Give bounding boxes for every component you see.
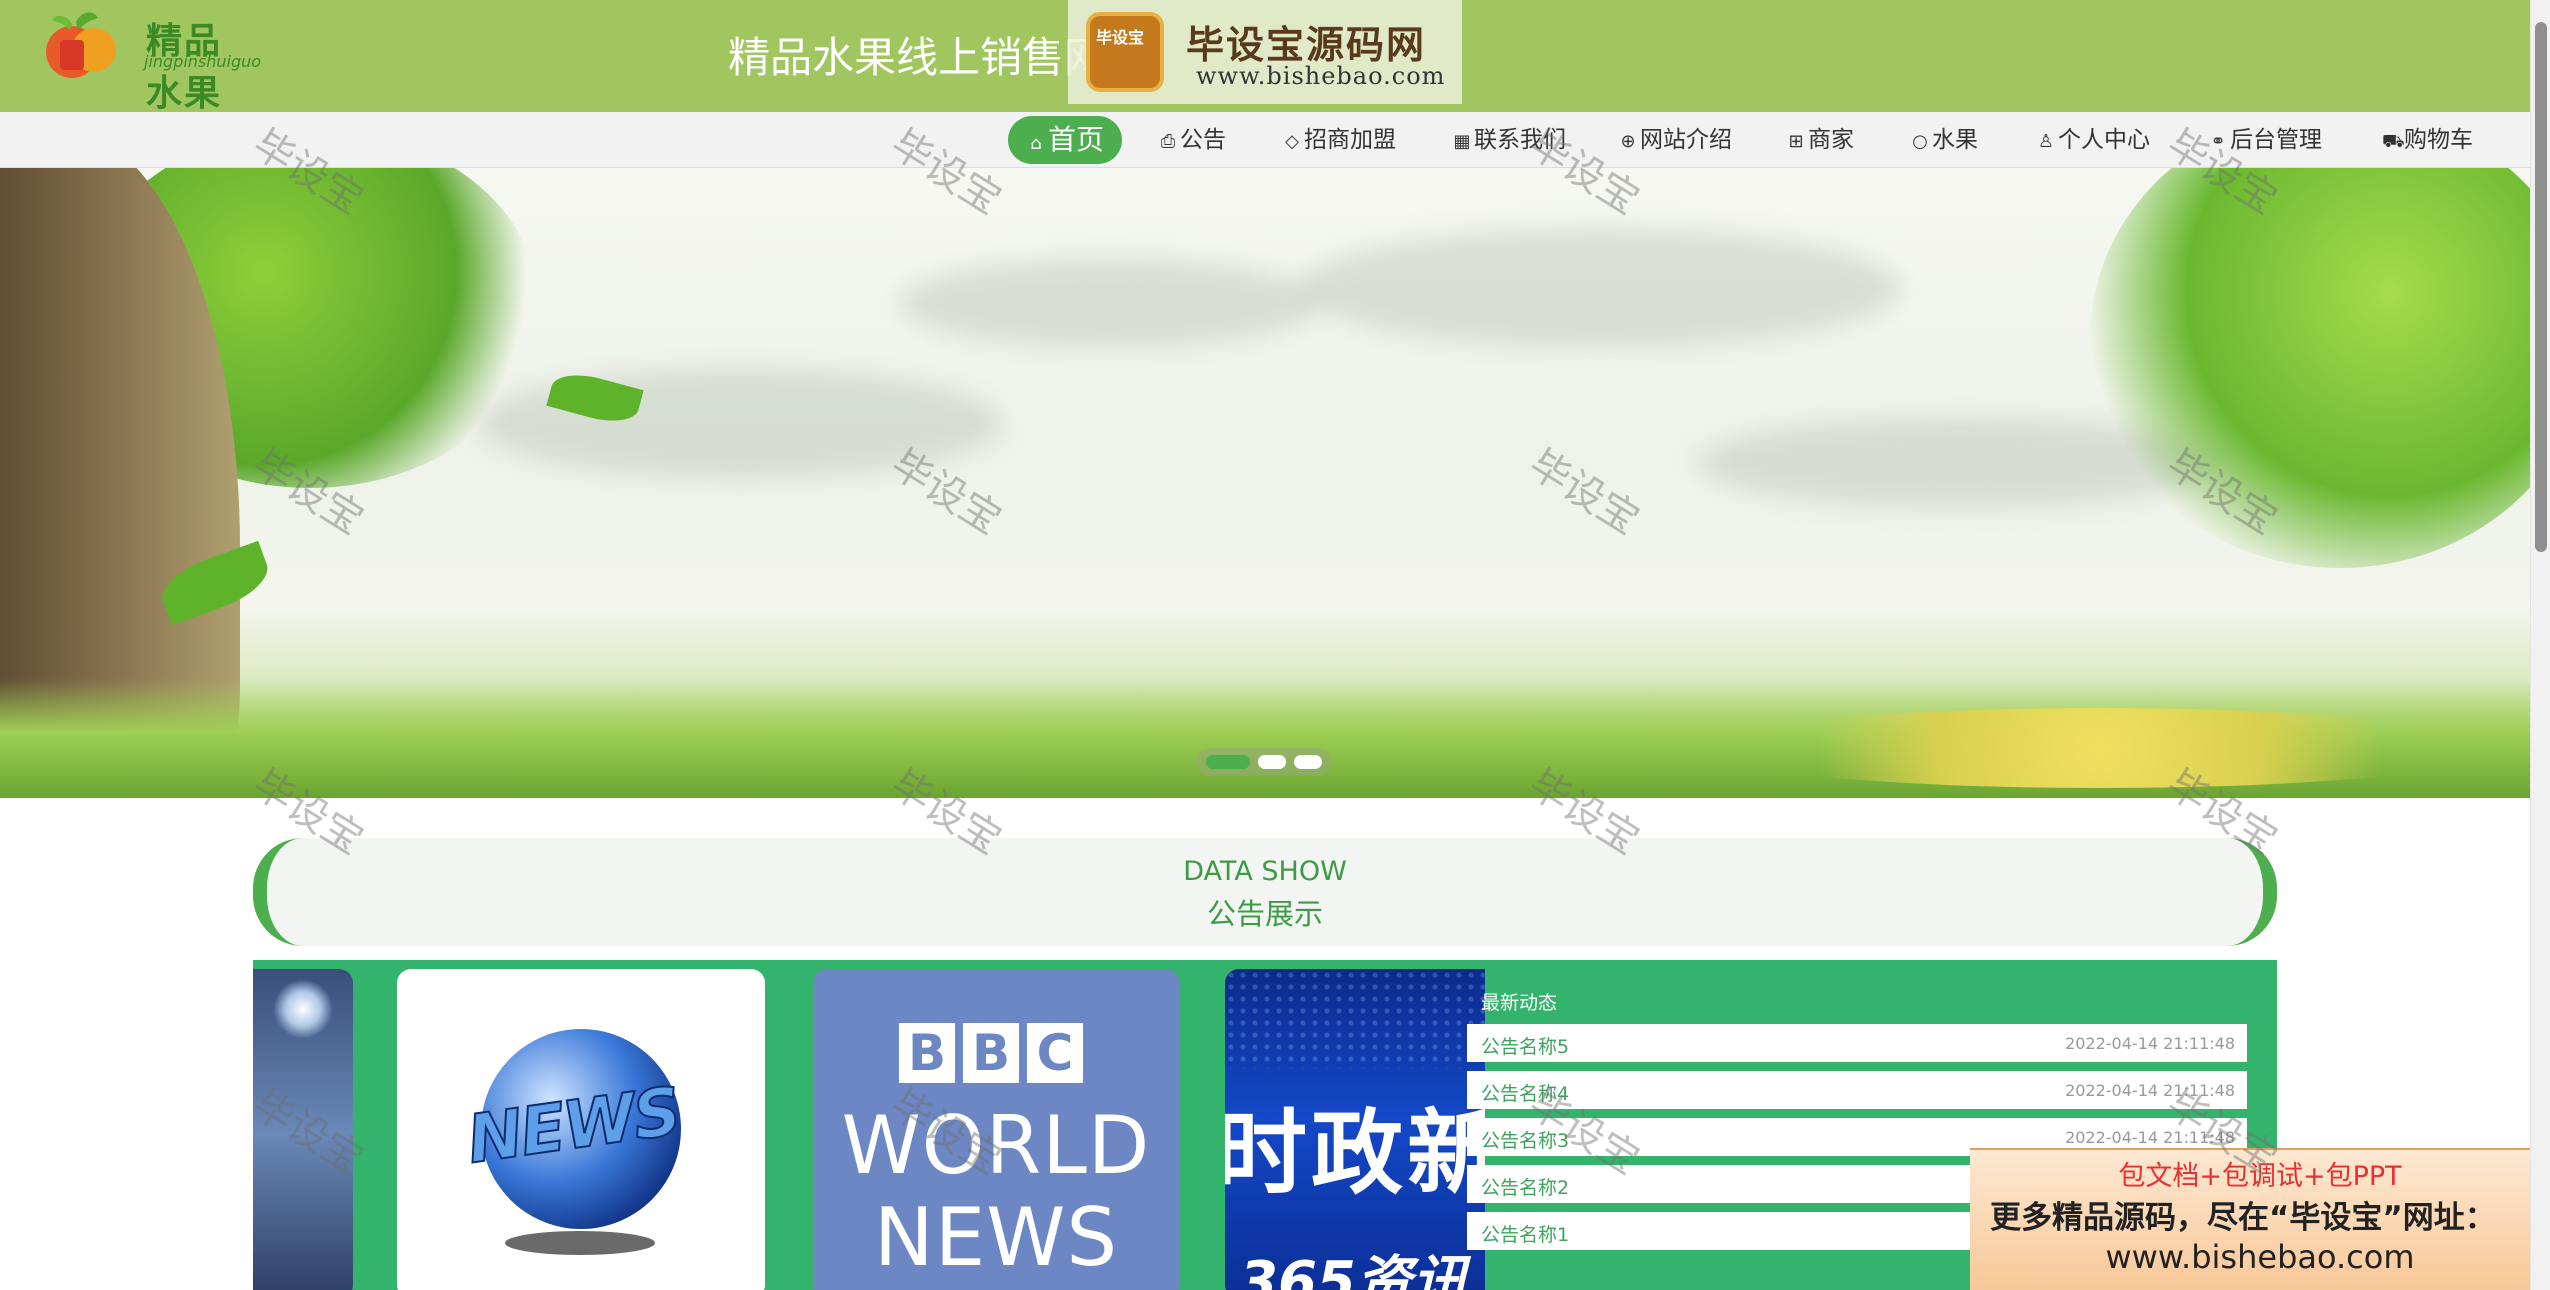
promo-url: www.bishebao.com: [2105, 1238, 2415, 1276]
tag-icon: ◇: [1285, 131, 1299, 152]
bbc-logo: BBC: [899, 1023, 1091, 1083]
mist-shape: [900, 258, 1320, 348]
spotlight-shape: [273, 979, 333, 1039]
news-date: 2022-04-14 21:11:48: [2065, 1128, 2235, 1147]
nav-item-merchants[interactable]: ⊞ 商家: [1786, 116, 1854, 164]
nav-item-label: 个人中心: [2058, 127, 2150, 153]
watermark-badge-title: 毕设宝源码网: [1186, 23, 1427, 67]
nav-item-about[interactable]: ⊕ 网站介绍: [1618, 116, 1732, 164]
bbc-letter: B: [963, 1023, 1019, 1083]
circle-icon: ○: [1912, 131, 1928, 152]
carousel-dot-1[interactable]: [1206, 755, 1250, 769]
site-logo[interactable]: 精品水果 jingpinshuiguo: [32, 4, 261, 114]
globe-stand: [505, 1231, 655, 1255]
section-title-en: DATA SHOW: [1183, 856, 1347, 887]
link-icon: ⚭: [2210, 131, 2226, 152]
politics-headline: 时政新: [1225, 1100, 1485, 1207]
bbc-letter: C: [1027, 1023, 1083, 1083]
news-date: 2022-04-14 21:11:48: [2065, 1081, 2235, 1100]
section-title-cn: 公告展示: [1206, 897, 1323, 931]
scrollbar-thumb[interactable]: [2535, 22, 2547, 552]
news-card-politics[interactable]: 时政新 365资讯: [1225, 969, 1485, 1290]
logo-subtext: jingpinshuiguo: [144, 52, 262, 71]
bbc-news-text: NEWS: [873, 1191, 1119, 1284]
news-list-item[interactable]: 公告名称5 2022-04-14 21:11:48: [1467, 1024, 2247, 1062]
watermark-badge: 毕设宝 毕设宝源码网 www.bishebao.com: [1068, 0, 1462, 104]
nav-item-franchise[interactable]: ◇ 招商加盟: [1282, 116, 1396, 164]
news-card-bbc[interactable]: BBC WORLD NEWS: [813, 969, 1179, 1290]
nav-item-fruit[interactable]: ○ 水果: [1910, 116, 1978, 164]
printer-icon: ⎙: [1160, 131, 1176, 152]
carousel-dot-3[interactable]: [1294, 755, 1322, 769]
bbc-world-text: WORLD: [841, 1099, 1151, 1192]
news-title: 公告名称3: [1481, 1130, 1570, 1152]
news-title: 公告名称2: [1481, 1177, 1570, 1199]
nav-item-label: 网站介绍: [1640, 127, 1732, 153]
nav-item-admin[interactable]: ⚭ 后台管理: [2208, 116, 2322, 164]
grid-icon: ▦: [1453, 131, 1471, 152]
site-title: 精品水果线上销售网: [728, 33, 1107, 82]
globe-icon: ⊕: [1620, 131, 1636, 152]
promo-line-2: 更多精品源码，尽在“毕设宝”网址：: [1990, 1200, 2496, 1236]
page-scrollbar[interactable]: [2530, 0, 2550, 1290]
mist-shape: [1300, 228, 1900, 348]
news-date: 2022-04-14 21:11:48: [2065, 1034, 2235, 1053]
news-list-item[interactable]: 公告名称4 2022-04-14 21:11:48: [1467, 1071, 2247, 1109]
apps-icon: ⊞: [1788, 131, 1804, 152]
nav-item-label: 水果: [1932, 127, 1978, 153]
watermark-badge-url: www.bishebao.com: [1196, 62, 1446, 90]
home-icon: ⌂: [1030, 133, 1042, 154]
right-foliage: [2090, 168, 2530, 568]
promo-line-1: 包文档+包调试+包PPT: [2118, 1161, 2402, 1192]
politics-subtext: 365资讯: [1239, 1250, 1468, 1290]
nav-item-notice[interactable]: ⎙ 公告: [1158, 116, 1226, 164]
carousel-indicators: [1196, 748, 1332, 776]
nav-item-label: 首页: [1048, 123, 1105, 156]
nav-item-label: 公告: [1180, 127, 1226, 153]
news-title: 公告名称1: [1481, 1224, 1570, 1246]
news-card-globe[interactable]: NEWS: [397, 969, 765, 1290]
hero-banner[interactable]: [0, 168, 2530, 798]
flower-field: [1700, 708, 2500, 788]
nav-item-label: 购物车: [2404, 127, 2473, 153]
nav-item-home[interactable]: ⌂ 首页: [1008, 116, 1123, 164]
nav-item-contact[interactable]: ▦ 联系我们: [1452, 116, 1566, 164]
news-title: 公告名称5: [1481, 1036, 1570, 1058]
watermark-badge-icon: 毕设宝: [1086, 12, 1164, 92]
latest-news-heading: 最新动态: [1481, 992, 1558, 1014]
dot-pattern: [1225, 969, 1485, 1069]
news-title: 公告名称4: [1481, 1083, 1570, 1105]
nav-item-label: 联系我们: [1474, 127, 1566, 153]
nav-item-label: 商家: [1808, 127, 1854, 153]
user-icon: ♙: [2037, 131, 2055, 152]
nav-item-cart[interactable]: ⛟购物车: [2382, 116, 2473, 164]
section-heading: DATA SHOW 公告展示: [253, 838, 2277, 946]
cart-icon: ⛟: [2382, 131, 2405, 152]
watermark-badge-icon-text: 毕设宝: [1096, 28, 1145, 47]
nav-item-label: 后台管理: [2230, 127, 2322, 153]
news-card-image[interactable]: [253, 969, 353, 1290]
fruit-logo-icon: [46, 12, 116, 78]
main-nav: ⌂ 首页 ⎙ 公告 ◇ 招商加盟 ▦ 联系我们 ⊕ 网站介绍 ⊞ 商家 ○ 水果 ♙ 个人中心 …: [0, 112, 2530, 168]
bbc-letter: B: [899, 1023, 955, 1083]
nav-item-label: 招商加盟: [1304, 127, 1396, 153]
carousel-dot-2[interactable]: [1258, 755, 1286, 769]
nav-item-profile[interactable]: ♙ 个人中心: [2036, 116, 2150, 164]
promo-overlay[interactable]: 包文档+包调试+包PPT 更多精品源码，尽在“毕设宝”网址： www.bishe…: [1970, 1148, 2550, 1290]
